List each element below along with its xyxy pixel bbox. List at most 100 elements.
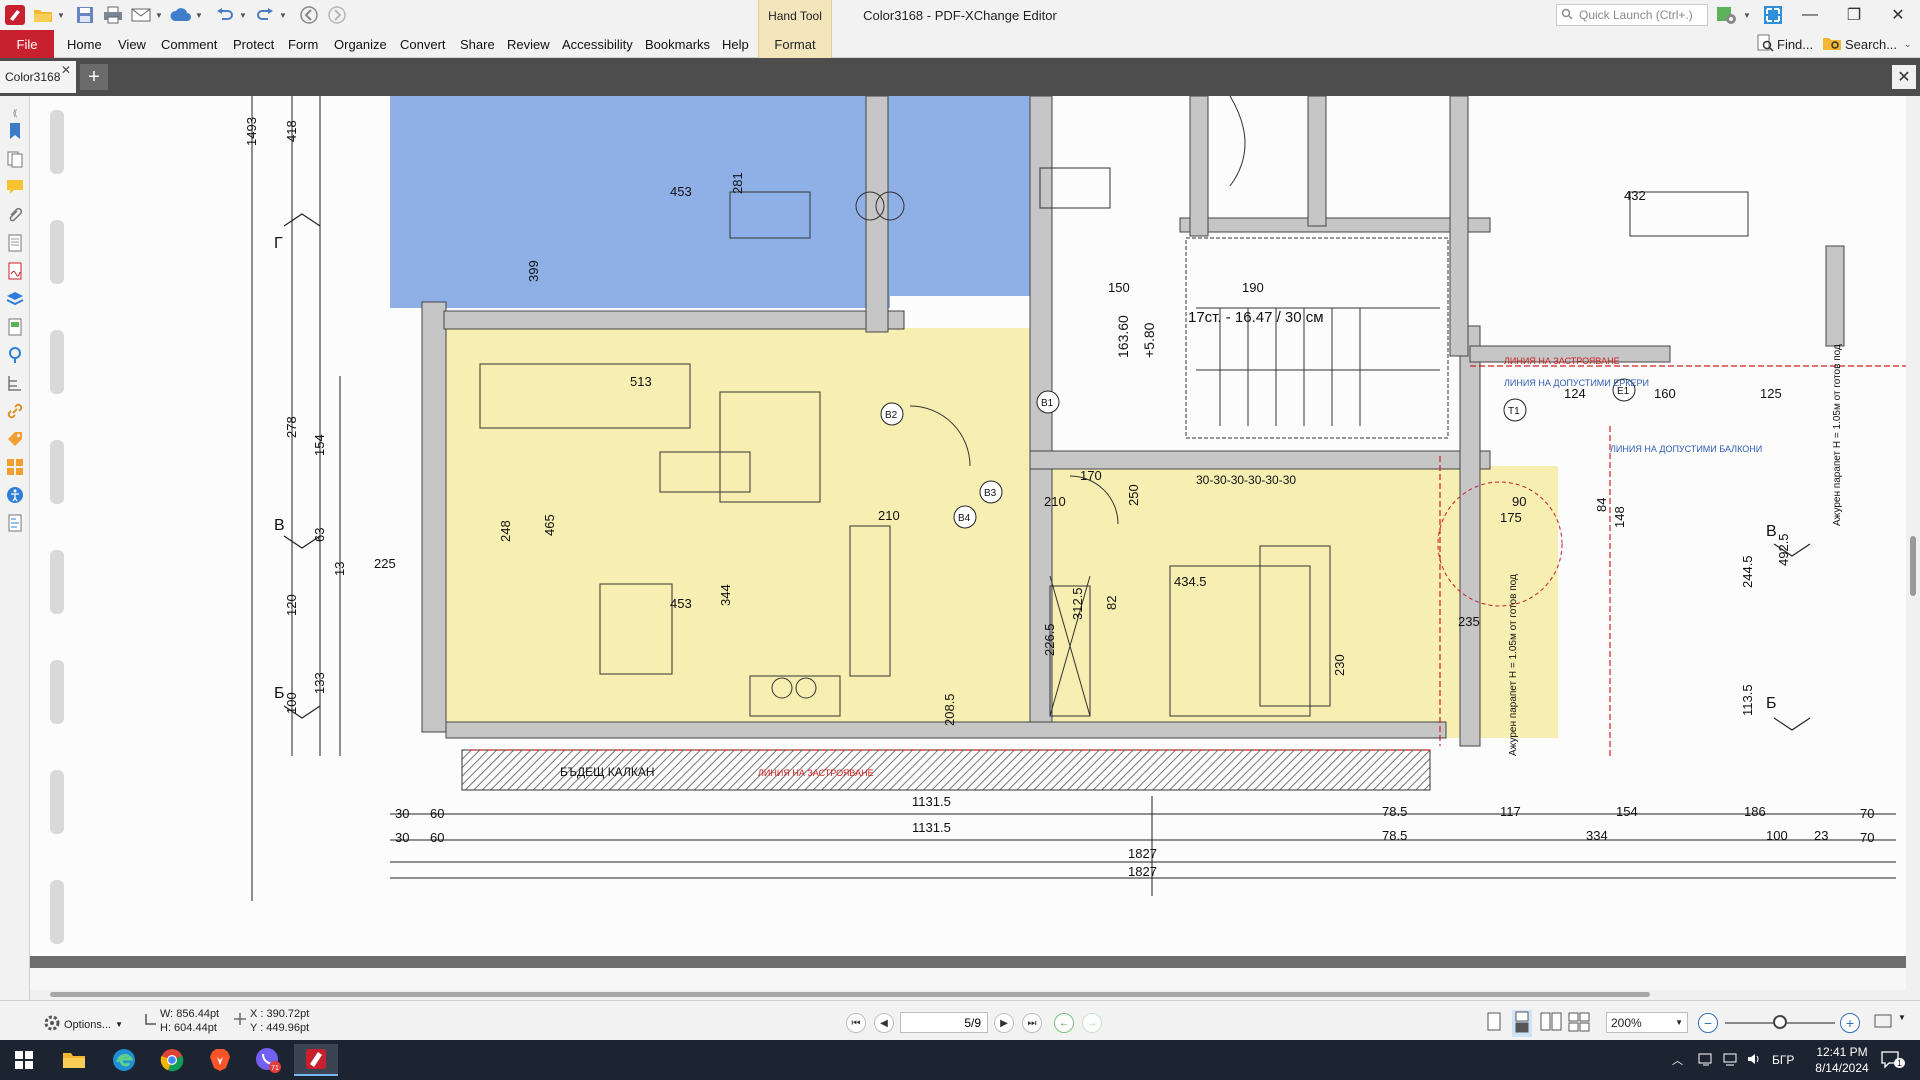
menu-accessibility[interactable]: Accessibility xyxy=(562,30,633,58)
print-icon[interactable] xyxy=(100,3,126,27)
menu-protect[interactable]: Protect xyxy=(233,30,274,58)
minimize-icon[interactable]: — xyxy=(1788,0,1832,30)
redo-icon[interactable] xyxy=(252,3,278,27)
volume-icon[interactable] xyxy=(1746,1051,1762,1070)
vertical-scrollbar[interactable] xyxy=(1906,96,1920,1000)
chevron-down-icon[interactable]: ▼ xyxy=(194,3,204,27)
fit-page-icon[interactable] xyxy=(1874,1013,1892,1032)
structure-icon[interactable] xyxy=(4,372,26,394)
document-properties-icon[interactable] xyxy=(4,232,26,254)
chevron-down-icon[interactable]: ▼ xyxy=(1742,3,1752,27)
restore-icon[interactable]: ❐ xyxy=(1832,0,1876,30)
comments-icon[interactable] xyxy=(4,176,26,198)
chevron-down-icon[interactable]: ▼ xyxy=(154,3,164,27)
email-icon[interactable] xyxy=(128,3,154,27)
facing-pages-icon[interactable] xyxy=(1540,1012,1562,1035)
content-icon[interactable] xyxy=(4,316,26,338)
bookmarks-icon[interactable] xyxy=(4,120,26,142)
menu-view[interactable]: View xyxy=(118,30,146,58)
next-view-button[interactable]: → xyxy=(1082,1013,1102,1033)
label-d-90: 90 xyxy=(1512,494,1526,509)
chrome-browser-icon[interactable] xyxy=(150,1044,194,1076)
page-edge-shadows xyxy=(50,110,64,944)
signatures-icon[interactable] xyxy=(4,260,26,282)
tab-close-icon[interactable]: ✕ xyxy=(61,63,71,77)
file-menu[interactable]: File xyxy=(0,30,54,58)
save-icon[interactable] xyxy=(72,3,98,27)
horizontal-scroll-thumb[interactable] xyxy=(50,992,1650,997)
brave-browser-icon[interactable] xyxy=(198,1044,242,1076)
clock-time[interactable]: 12:41 PM xyxy=(1812,1045,1872,1059)
destinations-icon[interactable] xyxy=(4,344,26,366)
menu-organize[interactable]: Organize xyxy=(334,30,387,58)
wifi-network-icon[interactable] xyxy=(1722,1051,1738,1070)
menu-share[interactable]: Share xyxy=(460,30,495,58)
close-document-icon[interactable]: ✕ xyxy=(1892,65,1916,89)
previous-page-button[interactable]: ◀ xyxy=(874,1013,894,1033)
fullscreen-icon[interactable] xyxy=(1760,3,1786,27)
new-tab-button[interactable]: + xyxy=(80,64,108,90)
pdf-xchange-editor-icon[interactable] xyxy=(294,1044,338,1076)
menu-review[interactable]: Review xyxy=(507,30,550,58)
ribbon-collapse-icon[interactable]: ⌄ xyxy=(1904,33,1912,55)
search-button[interactable]: Search... xyxy=(1822,33,1897,55)
vertical-scroll-thumb[interactable] xyxy=(1910,536,1916,596)
pages-icon[interactable] xyxy=(4,148,26,170)
menu-comment[interactable]: Comment xyxy=(161,30,217,58)
chevron-down-icon[interactable]: ▼ xyxy=(1898,1013,1906,1022)
single-page-icon[interactable] xyxy=(1486,1012,1502,1035)
last-page-button[interactable]: ⏭ xyxy=(1022,1013,1042,1033)
menu-bookmarks[interactable]: Bookmarks xyxy=(645,30,710,58)
settings-gear-icon[interactable] xyxy=(1714,3,1740,27)
continuous-page-icon[interactable] xyxy=(1512,1010,1532,1037)
input-language[interactable]: БГР xyxy=(1772,1053,1794,1067)
facing-continuous-icon[interactable] xyxy=(1568,1012,1590,1035)
windows-start-icon[interactable] xyxy=(2,1044,46,1076)
forward-icon[interactable] xyxy=(324,3,350,27)
accessibility-icon[interactable] xyxy=(4,484,26,506)
horizontal-scrollbar[interactable] xyxy=(30,990,1906,1000)
edge-browser-icon[interactable] xyxy=(102,1044,146,1076)
previous-view-button[interactable]: ← xyxy=(1054,1013,1074,1033)
attachments-icon[interactable] xyxy=(4,204,26,226)
tab-format[interactable]: Format xyxy=(758,30,832,58)
layers-icon[interactable] xyxy=(4,288,26,310)
menu-convert[interactable]: Convert xyxy=(400,30,446,58)
next-page-button[interactable]: ▶ xyxy=(994,1013,1014,1033)
viber-icon[interactable]: 71 xyxy=(246,1044,290,1076)
tags-icon[interactable] xyxy=(4,428,26,450)
cloud-icon[interactable] xyxy=(168,3,194,27)
options-button[interactable]: Options... ▼ xyxy=(44,1015,123,1034)
chevron-down-icon[interactable]: ▼ xyxy=(56,3,66,27)
menu-home[interactable]: Home xyxy=(67,30,102,58)
menu-help[interactable]: Help xyxy=(722,30,749,58)
clock-date[interactable]: 8/14/2024 xyxy=(1812,1061,1872,1075)
document-viewport[interactable]: 17ст. - 16.47 / 30 см БЪДЕЩ КАЛКАН ЛИНИЯ… xyxy=(30,96,1906,1000)
fields-icon[interactable] xyxy=(4,512,26,534)
page-number-input[interactable] xyxy=(900,1012,988,1033)
app-logo-icon[interactable] xyxy=(2,3,28,27)
zoom-out-button[interactable]: − xyxy=(1698,1013,1718,1033)
open-folder-icon[interactable] xyxy=(30,3,56,27)
label-d-230: 230 xyxy=(1332,654,1347,676)
quick-launch-input[interactable]: Quick Launch (Ctrl+.) xyxy=(1556,4,1708,26)
file-explorer-icon[interactable] xyxy=(52,1044,96,1076)
zoom-slider-handle[interactable] xyxy=(1773,1015,1787,1029)
chevron-down-icon[interactable]: ▼ xyxy=(278,3,288,27)
thumbnails-icon[interactable] xyxy=(4,456,26,478)
zoom-level-select[interactable]: 200% ▼ xyxy=(1606,1012,1688,1033)
first-page-button[interactable]: ⏮ xyxy=(846,1013,866,1033)
back-icon[interactable] xyxy=(296,3,322,27)
close-icon[interactable]: ✕ xyxy=(1876,0,1920,30)
zoom-in-button[interactable]: + xyxy=(1840,1013,1860,1033)
tab-document[interactable]: Color3168 ✕ xyxy=(0,61,76,93)
label-d-235: 235 xyxy=(1458,614,1480,629)
tray-chevron-up-icon[interactable]: ︿ xyxy=(1672,1052,1683,1068)
menu-form[interactable]: Form xyxy=(288,30,318,58)
chevron-down-icon[interactable]: ▼ xyxy=(238,3,248,27)
network-monitor-icon[interactable] xyxy=(1698,1051,1714,1070)
undo-icon[interactable] xyxy=(212,3,238,27)
label-parapet: Ажурен парапет H = 1.05м от готов под xyxy=(1508,574,1519,756)
find-button[interactable]: Find... xyxy=(1756,33,1813,55)
links-icon[interactable] xyxy=(4,400,26,422)
